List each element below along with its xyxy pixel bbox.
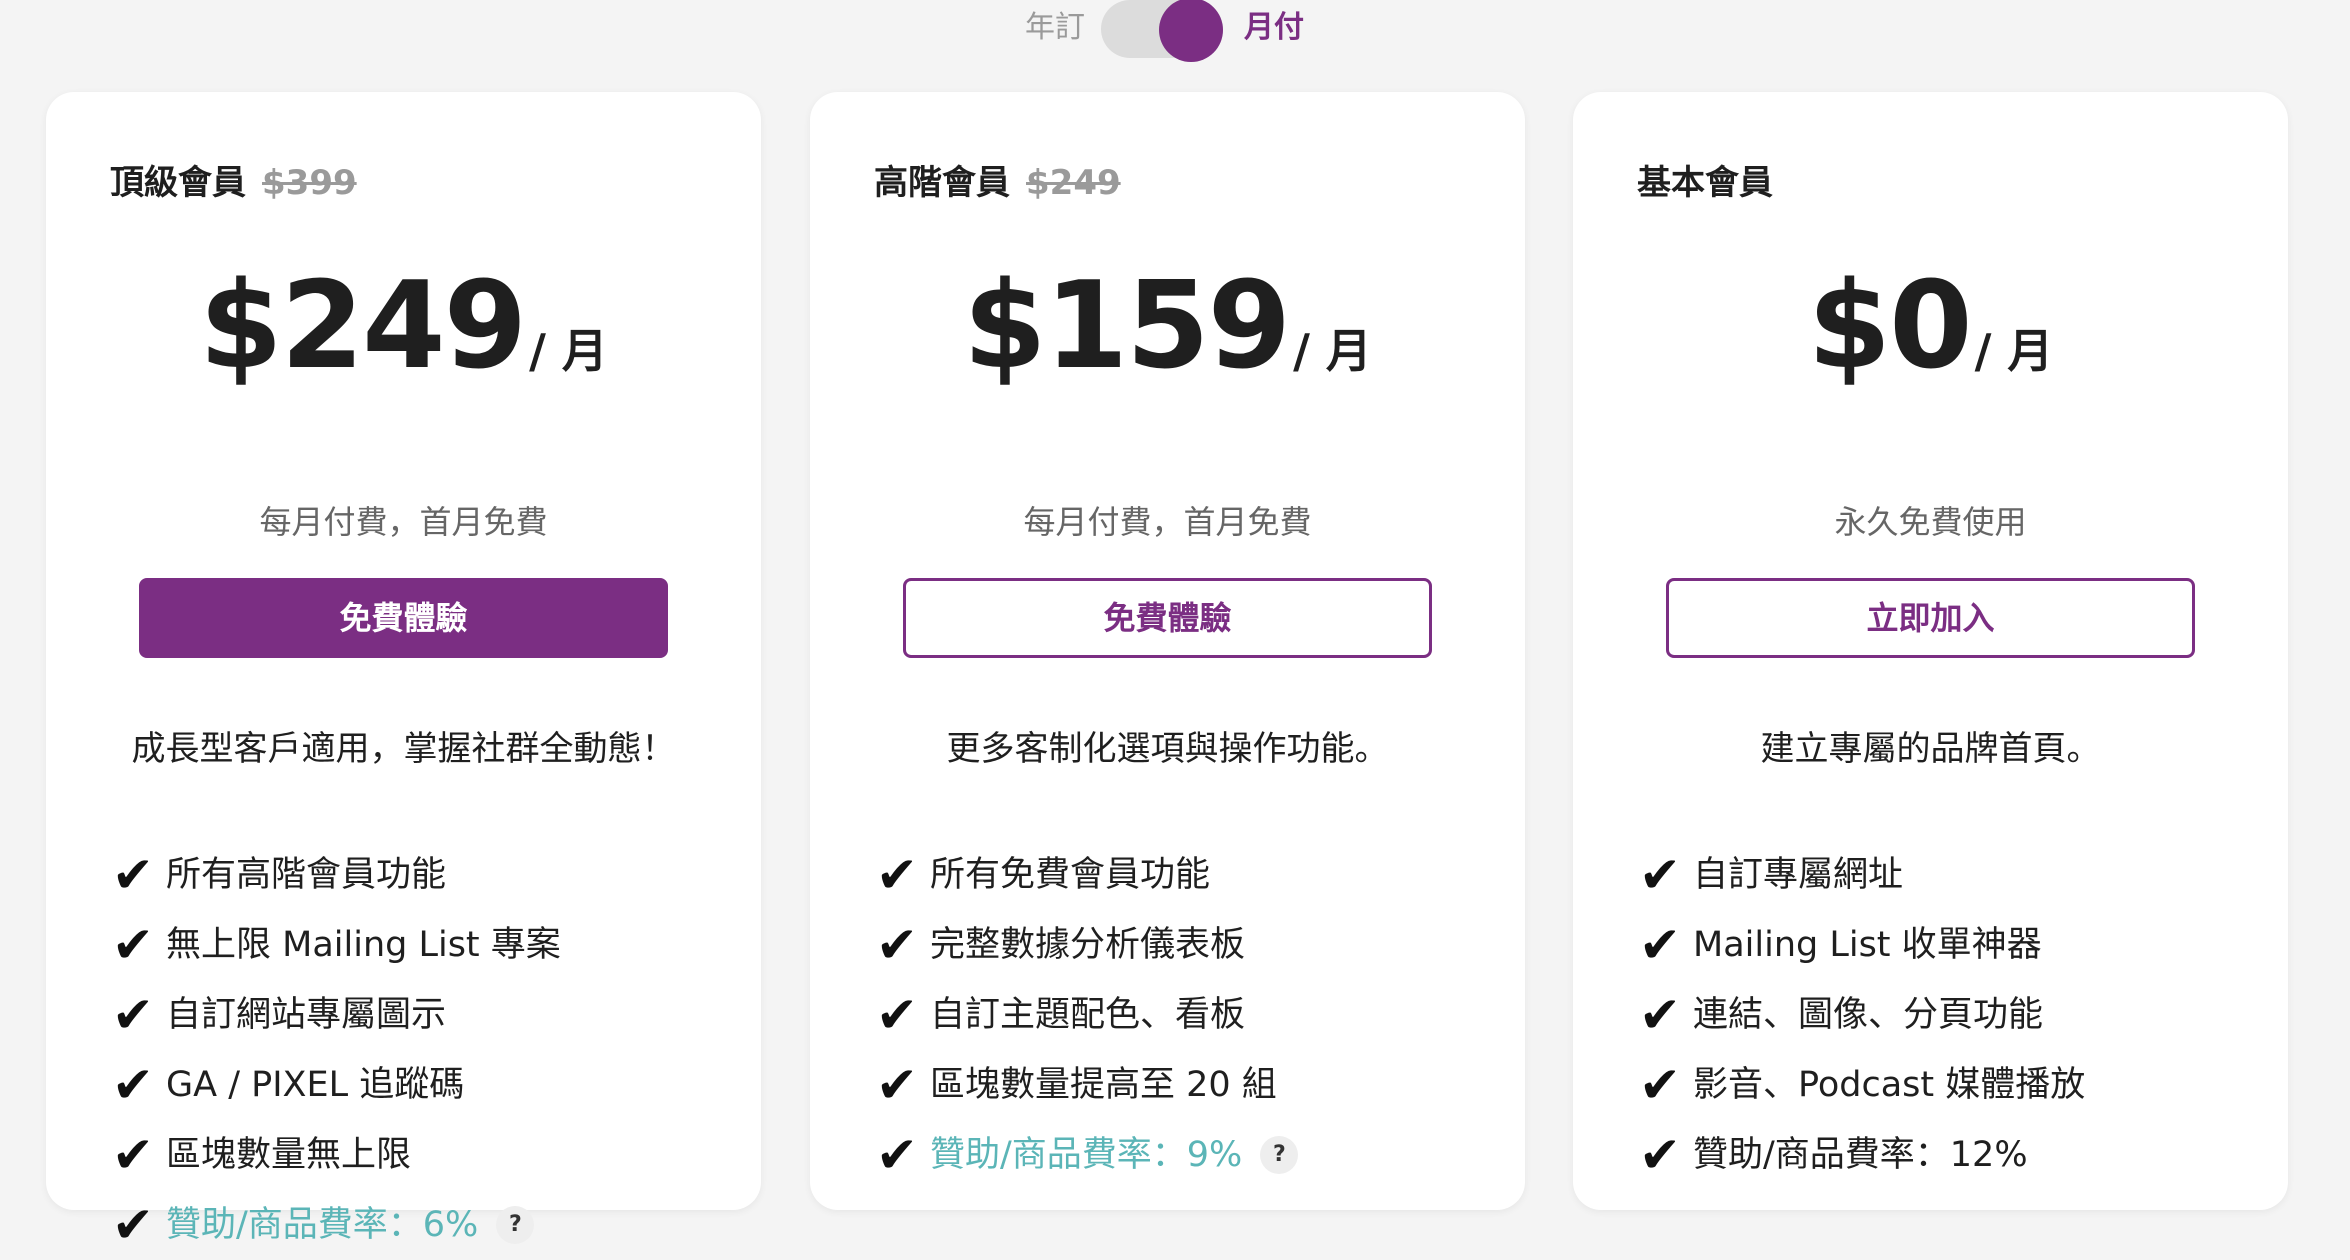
feature-list: ✔ 所有免費會員功能 ✔ 完整數據分析儀表板 ✔ 自訂主題配色、看板 ✔ 區塊數量提高至… [876,840,1516,1190]
plan-name: 基本會員 [1637,163,1773,203]
check-icon: ✔ [876,916,918,974]
switch-knob [1159,0,1223,62]
feature-item: ✔ 自訂網站專屬圖示 [112,980,752,1050]
plan-description: 建立專屬的品牌首頁。 [1760,729,2101,769]
plan-price: $0/ 月 [1573,252,2288,437]
feature-list: ✔ 自訂專屬網址 ✔ Mailing List 收單神器 ✔ 連結、圖像、分頁功能 ✔… [1639,840,2279,1190]
check-icon: ✔ [1639,916,1681,974]
price-unit: / 月 [1293,324,1372,378]
feature-item: ✔ 區塊數量提高至 20 組 [876,1050,1516,1120]
price-amount: $159 [963,257,1291,396]
check-icon: ✔ [876,1056,918,1114]
feature-item-fee-rate: ✔ 贊助/商品費率：6%? [112,1190,752,1260]
original-price: $249 [1026,163,1121,203]
check-icon: ✔ [876,1126,918,1184]
free-trial-button[interactable]: 免費體驗 [903,578,1432,658]
check-icon: ✔ [112,916,154,974]
check-icon: ✔ [1639,1056,1681,1114]
plan-title: 高階會員 $249 [874,158,1121,208]
billing-period-switch[interactable] [1101,0,1223,62]
feature-item: ✔ 連結、圖像、分頁功能 [1639,980,2279,1050]
feature-list: ✔ 所有高階會員功能 ✔ 無上限 Mailing List 專案 ✔ 自訂網站專屬圖示… [112,840,752,1260]
check-icon: ✔ [112,1196,154,1254]
plan-description: 更多客制化選項與操作功能。 [946,729,1389,769]
check-icon: ✔ [1639,846,1681,904]
feature-item: ✔ 完整數據分析儀表板 [876,910,1516,980]
plan-name: 高階會員 [874,163,1010,203]
plan-name: 頂級會員 [110,163,246,203]
yearly-label[interactable]: 年訂 [1020,10,1090,46]
price-amount: $249 [199,257,527,396]
price-unit: / 月 [1974,324,2054,378]
plan-card-basic: 基本會員 $0/ 月 永久免費使用 立即加入 建立專屬的品牌首頁。 ✔ 自訂專屬網… [1573,92,2288,1210]
plan-title: 頂級會員 $399 [110,158,357,208]
check-icon: ✔ [1639,986,1681,1044]
check-icon: ✔ [112,1126,154,1184]
plan-description: 成長型客戶適用，掌握社群全動態！ [131,729,676,769]
original-price: $399 [262,163,357,203]
price-unit: / 月 [529,324,608,378]
help-icon[interactable]: ? [1260,1136,1299,1174]
monthly-label[interactable]: 月付 [1244,10,1324,46]
help-icon[interactable]: ? [496,1206,535,1244]
feature-item: ✔ 區塊數量無上限 [112,1120,752,1190]
feature-item: ✔ 所有高階會員功能 [112,840,752,910]
plan-card-advanced: 高階會員 $249 $159/ 月 每月付費，首月免費 免費體驗 更多客制化選項與… [810,92,1525,1210]
price-amount: $0 [1807,257,1973,396]
check-icon: ✔ [112,846,154,904]
feature-item: ✔ 所有免費會員功能 [876,840,1516,910]
feature-item: ✔ 無上限 Mailing List 專案 [112,910,752,980]
feature-item: ✔ Mailing List 收單神器 [1639,910,2279,980]
check-icon: ✔ [112,1056,154,1114]
price-note: 永久免費使用 [1834,503,2027,541]
plan-price: $159/ 月 [810,252,1525,437]
join-now-button[interactable]: 立即加入 [1666,578,2195,658]
feature-item: ✔ 贊助/商品費率：12% [1639,1120,2279,1190]
check-icon: ✔ [876,986,918,1044]
check-icon: ✔ [1639,1126,1681,1184]
check-icon: ✔ [112,986,154,1044]
price-note: 每月付費，首月免費 [1023,503,1312,541]
check-icon: ✔ [876,846,918,904]
billing-toggle: 年訂 月付 [0,0,2350,90]
plan-card-premium: 頂級會員 $399 $249/ 月 每月付費，首月免費 免費體驗 成長型客戶適用，… [46,92,761,1254]
free-trial-button[interactable]: 免費體驗 [139,578,668,658]
feature-item: ✔ 影音、Podcast 媒體播放 [1639,1050,2279,1120]
price-note: 每月付費，首月免費 [259,503,548,541]
feature-item: ✔ 自訂主題配色、看板 [876,980,1516,1050]
plan-title: 基本會員 [1637,158,1773,208]
feature-item: ✔ GA / PIXEL 追蹤碼 [112,1050,752,1120]
plan-price: $249/ 月 [46,252,761,437]
feature-item: ✔ 自訂專屬網址 [1639,840,2279,910]
feature-item-fee-rate: ✔ 贊助/商品費率：9%? [876,1120,1516,1190]
